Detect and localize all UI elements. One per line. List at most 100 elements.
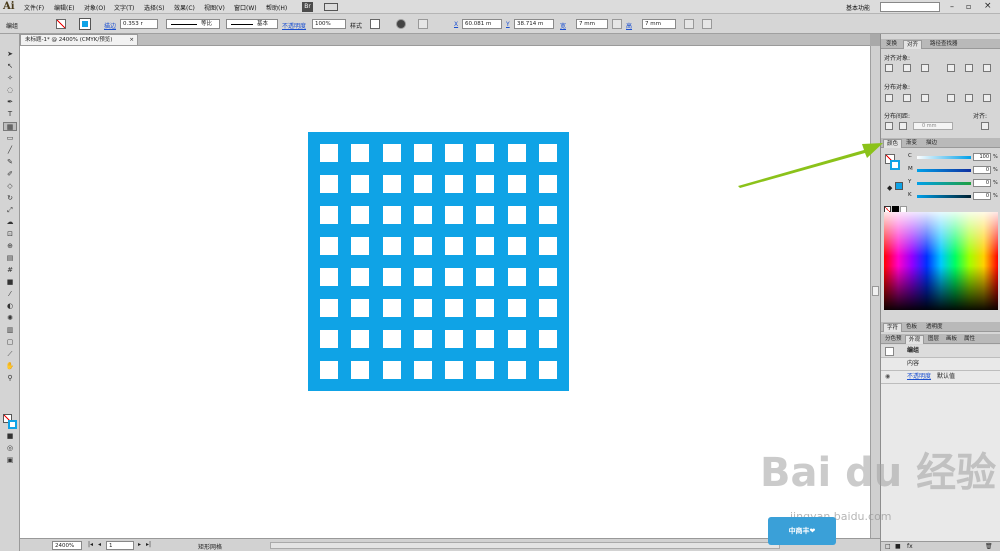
- tab-pathfinder[interactable]: 路径查找器: [927, 40, 961, 49]
- brush-definition[interactable]: 基本: [226, 19, 278, 29]
- next-artboard-icon[interactable]: ▸: [138, 541, 141, 548]
- height-label[interactable]: 高: [626, 21, 632, 30]
- menu-object[interactable]: 对象(O): [84, 3, 105, 12]
- transform-icon[interactable]: [684, 19, 694, 29]
- channel-slider-k[interactable]: [917, 195, 971, 198]
- gradient-tool-icon[interactable]: ■: [4, 278, 16, 287]
- bridge-button[interactable]: Br: [302, 2, 313, 12]
- canvas[interactable]: [20, 46, 870, 538]
- stroke-color-icon[interactable]: [8, 420, 17, 429]
- width-label[interactable]: 宽: [560, 21, 566, 30]
- menu-file[interactable]: 文件(F): [24, 3, 44, 12]
- panel-stroke-swatch[interactable]: [890, 160, 900, 170]
- add-fill-icon[interactable]: ■: [895, 543, 901, 550]
- graphic-style-swatch[interactable]: [370, 19, 380, 29]
- opacity-label[interactable]: 不透明度: [282, 21, 306, 30]
- tab-transform[interactable]: 变换: [883, 40, 900, 49]
- distribute-button-icon[interactable]: [903, 94, 911, 102]
- close-icon[interactable]: ×: [984, 1, 992, 11]
- channel-slider-m[interactable]: [917, 169, 971, 172]
- perspective-grid-icon[interactable]: ▤: [4, 254, 16, 263]
- appearance-group-row[interactable]: 编组: [881, 345, 1000, 358]
- tab-stroke[interactable]: 描边: [923, 139, 940, 148]
- x-input[interactable]: 60.081 m: [462, 19, 502, 29]
- symbol-sprayer-icon[interactable]: ✺: [4, 314, 16, 323]
- stroke-swatch[interactable]: [79, 18, 91, 30]
- width-input[interactable]: 7 mm: [576, 19, 608, 29]
- opacity-input[interactable]: 100%: [312, 19, 346, 29]
- blob-brush-icon[interactable]: ✐: [4, 170, 16, 179]
- artboard-tool-icon[interactable]: ▢: [4, 338, 16, 347]
- slice-tool-icon[interactable]: ⟋: [4, 350, 16, 359]
- type-tool-icon[interactable]: T: [4, 110, 16, 119]
- align-button-icon[interactable]: [903, 64, 911, 72]
- appearance-contents-row[interactable]: 内容: [881, 358, 1000, 371]
- minimize-icon[interactable]: –: [950, 2, 954, 11]
- scrollbar-thumb[interactable]: [872, 286, 879, 296]
- menu-view[interactable]: 视图(V): [204, 3, 225, 12]
- color-mode-icon[interactable]: ■: [4, 432, 16, 441]
- restore-icon[interactable]: ▫: [966, 2, 971, 11]
- align-button-icon[interactable]: [885, 64, 893, 72]
- distribute-button-icon[interactable]: [921, 94, 929, 102]
- menu-window[interactable]: 窗口(W): [234, 3, 257, 12]
- align-button-icon[interactable]: [921, 64, 929, 72]
- spacing-input[interactable]: 0 mm: [913, 122, 953, 130]
- pencil-tool-icon[interactable]: ✎: [4, 158, 16, 167]
- draw-mode-icon[interactable]: ◎: [4, 444, 16, 453]
- align-button-icon[interactable]: [965, 64, 973, 72]
- tab-artboards[interactable]: 画板: [943, 335, 960, 344]
- menu-type[interactable]: 文字(T): [114, 3, 134, 12]
- align-button-icon[interactable]: [983, 64, 991, 72]
- channel-value-k[interactable]: 0: [973, 192, 991, 200]
- tab-character[interactable]: 字符: [883, 323, 903, 332]
- channel-value-y[interactable]: 0: [973, 179, 991, 187]
- tab-appearance[interactable]: 外观: [905, 335, 925, 344]
- eraser-tool-icon[interactable]: ◇: [4, 182, 16, 191]
- artboard-number-field[interactable]: 1: [106, 541, 134, 550]
- add-effect-icon[interactable]: fx: [907, 543, 913, 550]
- channel-slider-y[interactable]: [917, 182, 971, 185]
- channel-value-c[interactable]: 100: [973, 153, 991, 161]
- align-to-selection-icon[interactable]: [981, 122, 989, 130]
- distribute-button-icon[interactable]: [885, 94, 893, 102]
- channel-slider-c[interactable]: [917, 156, 971, 159]
- document-close-icon[interactable]: ×: [129, 35, 134, 45]
- eyedropper-icon[interactable]: ⁄: [4, 290, 16, 299]
- hand-tool-icon[interactable]: ✋: [4, 362, 16, 371]
- mesh-tool-icon[interactable]: #: [4, 266, 16, 275]
- appearance-opacity-row[interactable]: ◉ 不透明度 默认值: [881, 371, 1000, 384]
- tab-separations[interactable]: 分色预: [882, 335, 905, 344]
- panel-menu-icon[interactable]: [702, 19, 712, 29]
- tab-transparency[interactable]: 透明度: [923, 323, 946, 332]
- scale-tool-icon[interactable]: ⤢: [4, 206, 16, 215]
- rectangular-grid-tool-icon[interactable]: ▦: [3, 122, 17, 131]
- align-button-icon[interactable]: [947, 64, 955, 72]
- direct-selection-tool-icon[interactable]: ↖: [4, 62, 16, 71]
- warp-tool-icon[interactable]: ☁: [4, 218, 16, 227]
- search-help-input[interactable]: [880, 2, 940, 12]
- first-artboard-icon[interactable]: |◂: [88, 541, 93, 548]
- last-color-swatch[interactable]: [895, 182, 903, 190]
- zoom-level-field[interactable]: 2400%: [52, 541, 82, 550]
- horizontal-distribute-space-icon[interactable]: [899, 122, 907, 130]
- prev-artboard-icon[interactable]: ◂: [98, 541, 101, 548]
- channel-value-m[interactable]: 0: [973, 166, 991, 174]
- stroke-label[interactable]: 描边: [104, 21, 116, 30]
- rotate-tool-icon[interactable]: ↻: [4, 194, 16, 203]
- tab-gradient[interactable]: 渐变: [903, 139, 920, 148]
- y-label[interactable]: Y: [506, 21, 510, 28]
- height-input[interactable]: 7 mm: [642, 19, 676, 29]
- reference-point-icon[interactable]: [418, 19, 428, 29]
- tab-align[interactable]: 对齐: [903, 40, 923, 49]
- vertical-distribute-space-icon[interactable]: [885, 122, 893, 130]
- blend-tool-icon[interactable]: ◐: [4, 302, 16, 311]
- free-transform-icon[interactable]: ⊡: [4, 230, 16, 239]
- y-input[interactable]: 38.714 m: [514, 19, 554, 29]
- rectangle-tool-icon[interactable]: ▭: [4, 134, 16, 143]
- lasso-tool-icon[interactable]: ◌: [4, 86, 16, 95]
- document-tab[interactable]: 未标题-1* @ 2400% (CMYK/预览) ×: [20, 34, 138, 45]
- tab-layers[interactable]: 图层: [925, 335, 942, 344]
- pen-tool-icon[interactable]: ✒: [4, 98, 16, 107]
- distribute-button-icon[interactable]: [965, 94, 973, 102]
